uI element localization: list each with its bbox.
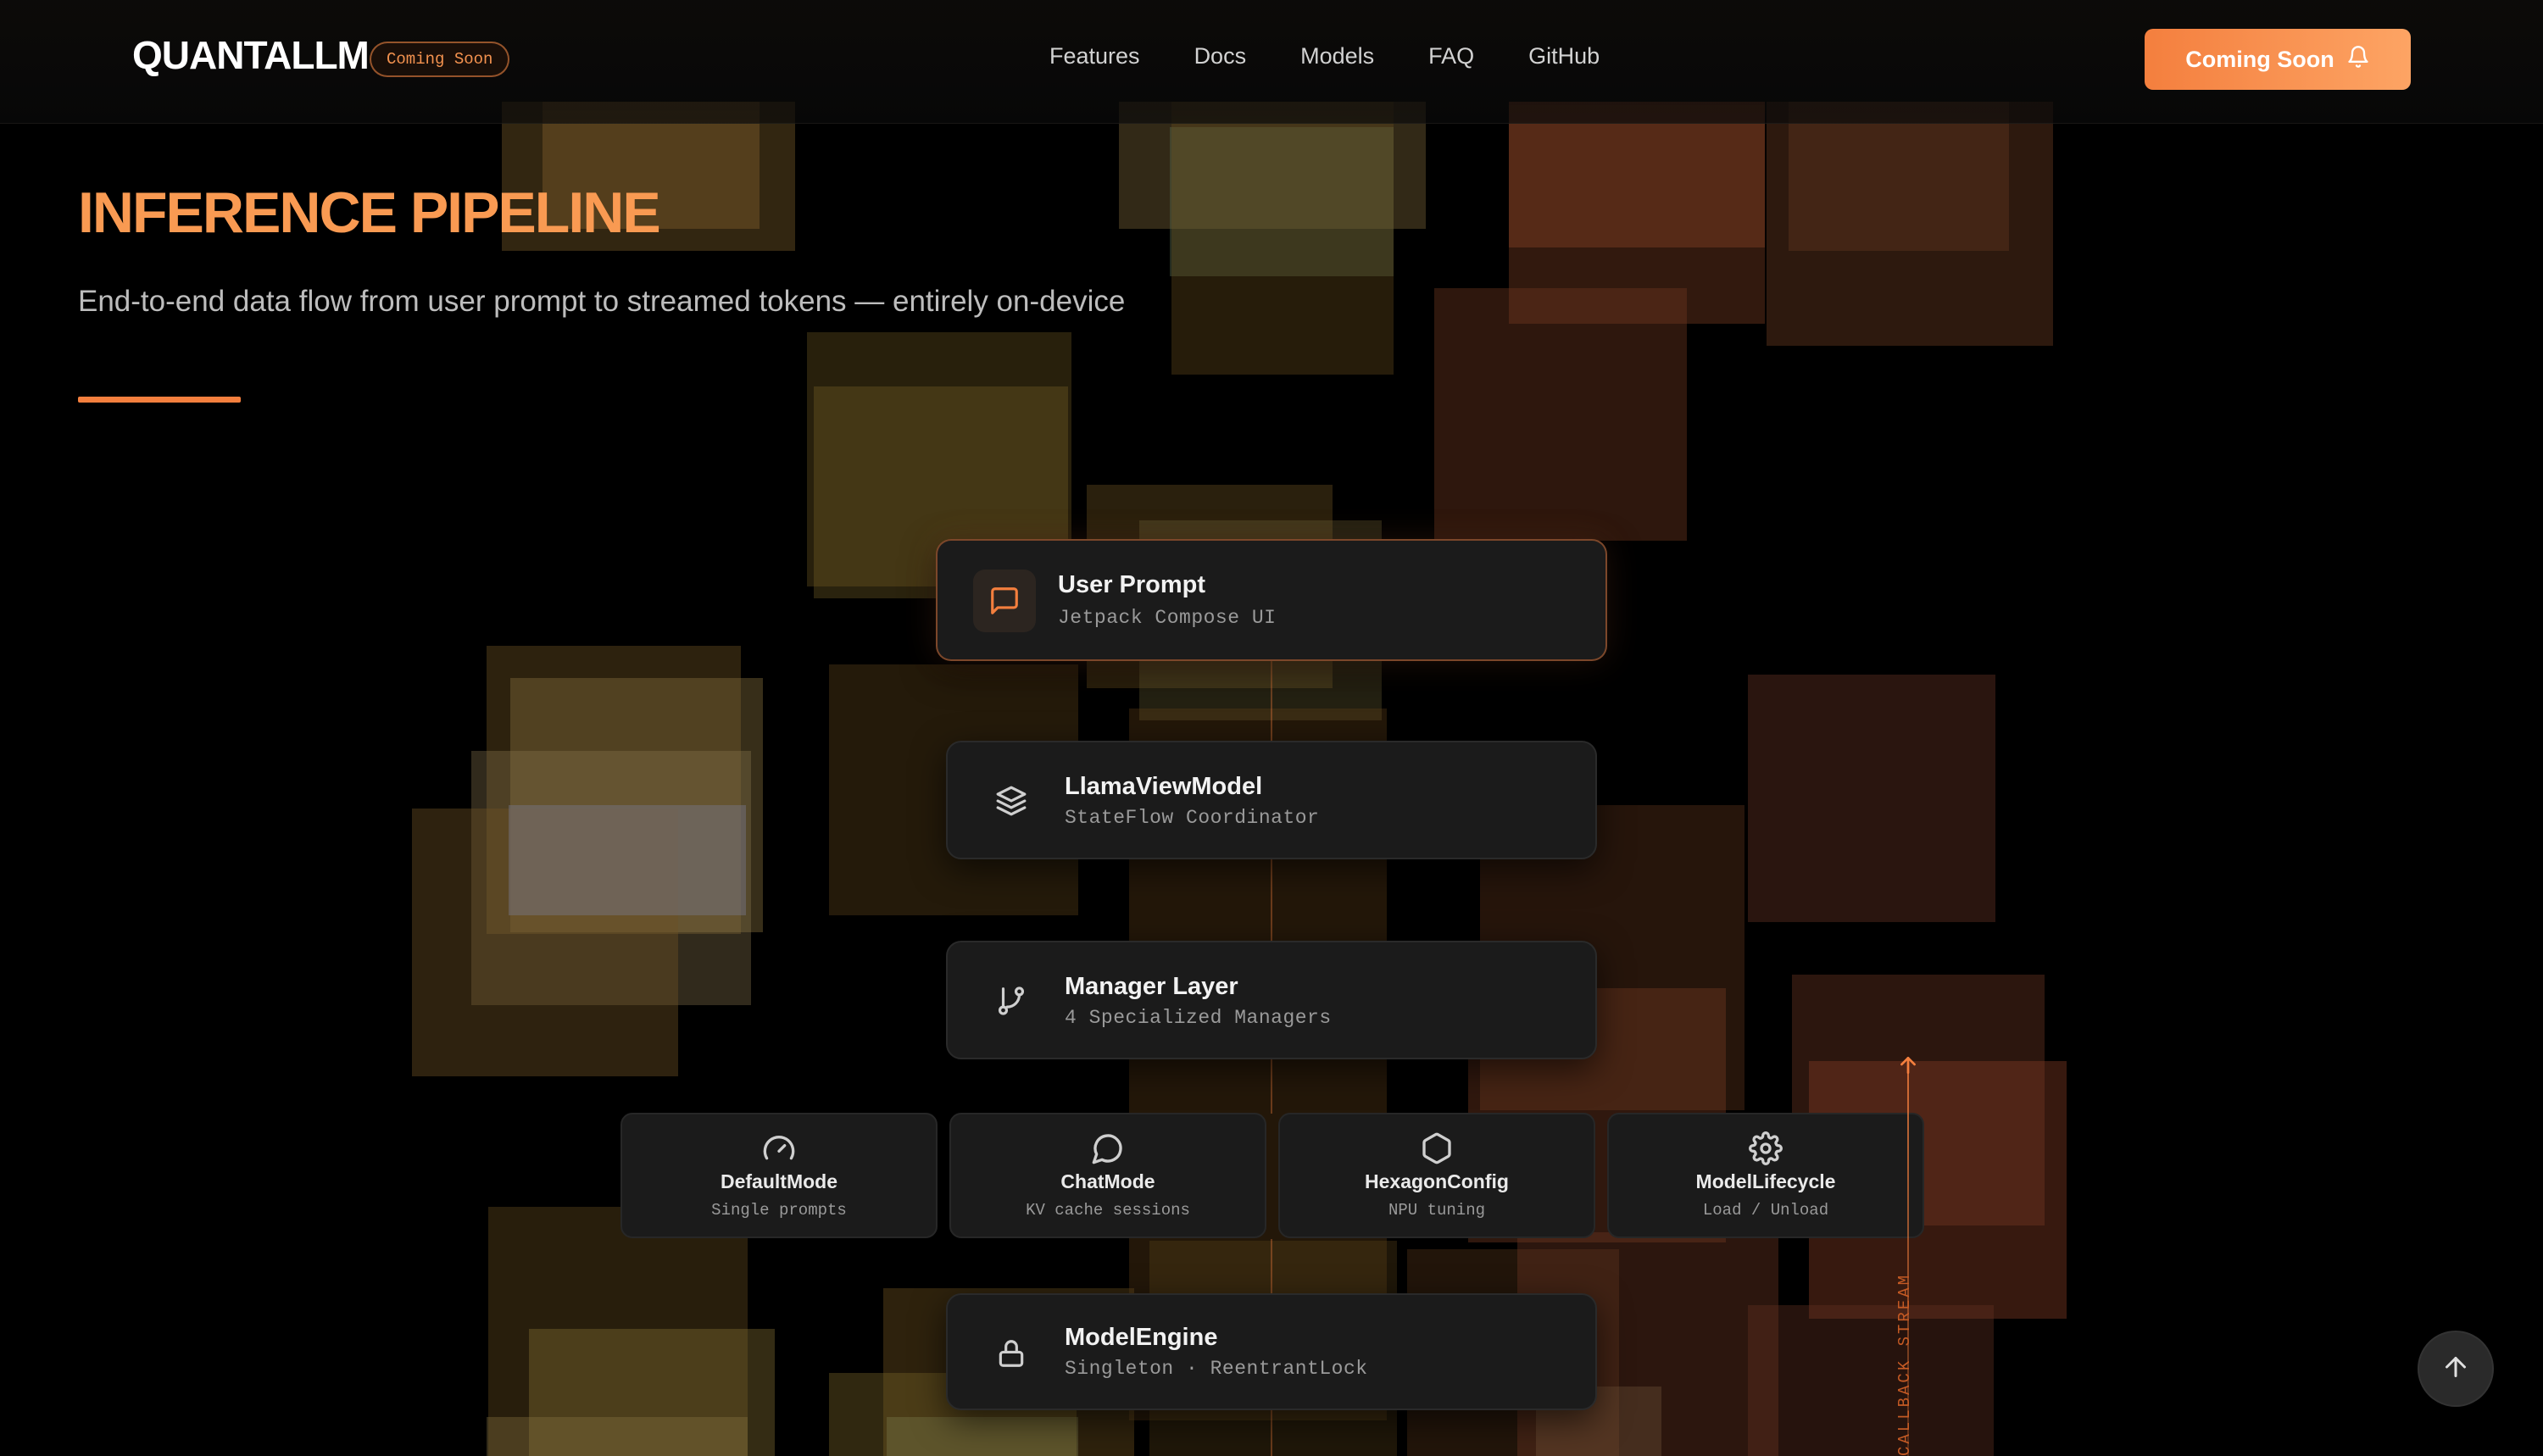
arrow-up-icon [1897,1054,1919,1081]
coming-soon-badge: Coming Soon [370,42,510,77]
nav-link-features[interactable]: Features [1049,43,1140,69]
manager-subtitle: Single prompts [711,1201,847,1220]
manager-title: ModelLifecycle [1695,1170,1836,1192]
git-branch-icon [980,970,1043,1032]
layers-icon [980,770,1043,832]
page-subtitle: End-to-end data flow from user prompt to… [78,285,1126,318]
stage-subtitle: StateFlow Coordinator [1065,807,1320,829]
stage-title: User Prompt [1058,571,1206,598]
nav-link-models[interactable]: Models [1300,43,1374,69]
arrow-up-icon [2440,1352,2471,1387]
nav-link-faq[interactable]: FAQ [1428,43,1474,69]
manager-subtitle: Load / Unload [1702,1201,1829,1220]
stage-title: ModelEngine [1065,1324,1218,1351]
logo[interactable]: QUANTALLM [132,32,370,78]
bell-icon [2346,45,2370,75]
hexagon-icon [1420,1131,1454,1165]
manager-subtitle: NPU tuning [1388,1201,1486,1220]
top-navbar: QUANTALLM Coming Soon Features Docs Mode… [0,0,2543,124]
message-square-icon [973,570,1036,632]
title-underline [78,397,241,403]
settings-icon [1749,1131,1783,1165]
manager-default-mode[interactable]: DefaultMode Single prompts [620,1113,938,1238]
manager-hexagon-config[interactable]: HexagonConfig NPU tuning [1278,1113,1595,1238]
coming-soon-button[interactable]: Coming Soon [2145,29,2411,90]
gauge-icon [762,1131,796,1165]
stage-subtitle: Jetpack Compose UI [1058,607,1277,629]
stage-llama-view-model[interactable]: LlamaViewModel StateFlow Coordinator [946,741,1597,859]
nav-link-docs[interactable]: Docs [1194,43,1247,69]
stage-title: LlamaViewModel [1065,773,1263,800]
nav-link-github[interactable]: GitHub [1528,43,1600,69]
manager-title: ChatMode [1060,1170,1155,1192]
manager-title: DefaultMode [721,1170,837,1192]
message-circle-icon [1091,1131,1125,1165]
lock-icon [980,1322,1043,1385]
stage-model-engine[interactable]: ModelEngine Singleton · ReentrantLock [946,1293,1597,1410]
connector-line [1271,1410,1272,1456]
page-title: INFERENCE PIPELINE [78,181,661,245]
connector-line [1271,661,1272,742]
nav-links: Features Docs Models FAQ GitHub [1049,43,1600,69]
manager-subtitle: KV cache sessions [1026,1201,1190,1220]
connector-line [1271,859,1272,941]
cta-label: Coming Soon [2185,46,2334,72]
stage-manager-layer[interactable]: Manager Layer 4 Specialized Managers [946,941,1597,1059]
stage-user-prompt[interactable]: User Prompt Jetpack Compose UI [936,539,1607,661]
manager-model-lifecycle[interactable]: ModelLifecycle Load / Unload [1607,1113,1924,1238]
stage-subtitle: Singleton · ReentrantLock [1065,1358,1368,1380]
callback-stream-label: CALLBACK STREAM [1895,1272,1914,1456]
manager-title: HexagonConfig [1365,1170,1509,1192]
connector-line [1271,1059,1272,1114]
scroll-to-top-button[interactable] [2418,1331,2494,1407]
connector-line [1271,1239,1272,1293]
manager-chat-mode[interactable]: ChatMode KV cache sessions [949,1113,1266,1238]
stage-subtitle: 4 Specialized Managers [1065,1007,1332,1029]
stage-title: Manager Layer [1065,973,1238,1000]
